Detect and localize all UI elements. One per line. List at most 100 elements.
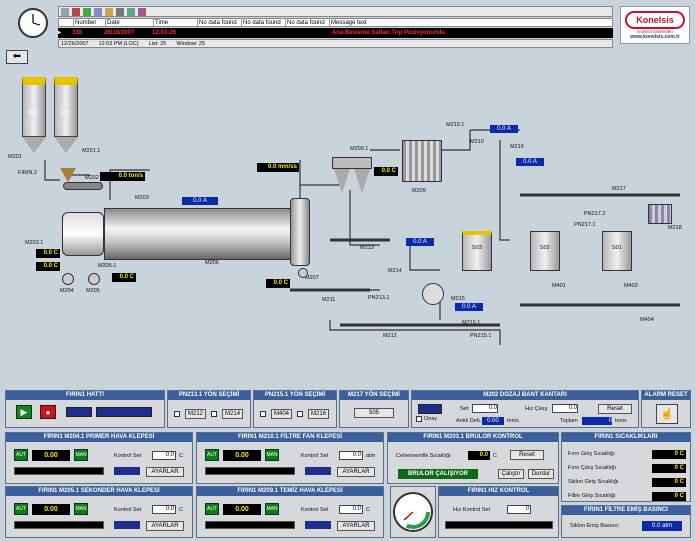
dozaj-reset-button[interactable]: Reset [598, 404, 632, 414]
dozaj-anlik-unit: ton/s [507, 418, 519, 424]
filtre-fan-panel: FIRIN1 M210.1 FİLTRE FAN KLEPESİ AUT 0.0… [196, 432, 384, 484]
start-button[interactable]: ▶ [16, 405, 32, 419]
alarm-reset-button[interactable]: ☝ [656, 404, 678, 424]
temp-row-value: 0 C [652, 449, 686, 459]
brulor-start-button[interactable]: Çalıştır [498, 469, 524, 479]
m209-label: M209 [412, 188, 426, 194]
m217-direction-button[interactable]: 505 [354, 408, 394, 418]
dozaj-set-input[interactable]: 0.0 [472, 404, 498, 413]
m401-label: M401 [552, 283, 566, 289]
pn215-option-b[interactable]: M216 [308, 409, 330, 419]
kiln-end-temp-display: 0.0 C [266, 279, 290, 288]
temiz-ayarlar-button[interactable]: AYARLAR [337, 521, 375, 531]
primer-panel: FIRIN1 M204.1 PRIMER HAVA KLEPESİ AUT 0.… [5, 432, 193, 484]
sicakliklar-title: FIRIN1 SICAKLIKLARI [562, 433, 690, 442]
temp-row: Siklon Giriş Sıcaklığı 0 C [568, 475, 686, 489]
filtre-fan-unit: atm [366, 453, 376, 459]
hiz-set-input[interactable]: 0 [507, 505, 531, 514]
kiln-body [104, 208, 296, 260]
primer-kontrol-label: Kontrol Set [114, 453, 142, 459]
temp-row: Fırın Giriş Sıcaklığı 0 C [568, 447, 686, 461]
emis-title: FIRIN1 FİLTRE EMİŞ BASINCI [562, 506, 690, 515]
silo-s01-label: S01 [612, 245, 622, 251]
pn215-option-a[interactable]: M404 [271, 409, 293, 419]
pn215-checkbox-b[interactable] [297, 411, 304, 417]
temp-row: Filtre Giriş Sıcaklığı 0 C [568, 489, 686, 503]
fan-m205[interactable] [88, 273, 100, 285]
emis-value-display: 0.0 atm [642, 521, 682, 531]
m214-current-display: 0.0 A [406, 238, 434, 246]
brulor-reset-button[interactable]: Reset [510, 450, 544, 460]
fan-m207[interactable] [298, 268, 308, 278]
pn213-checkbox-a[interactable] [174, 411, 180, 417]
kiln-inlet [62, 212, 104, 256]
brulor-panel: FIRIN1 M203.1 BRULOR KONTROL Cehennemlik… [387, 432, 559, 484]
pn213-panel: PN213.1 YÖN SEÇİMİ M212 M214 [167, 390, 251, 428]
sekonder-set-input[interactable]: 0.0 [152, 505, 176, 514]
temiz-progress-bar [205, 521, 295, 529]
primer-progress-bar [14, 467, 104, 475]
temiz-auto-button[interactable]: AUT [205, 503, 219, 515]
brulor-temp-display: 0.0 [468, 451, 490, 460]
filtre-fan-value-display: 0.00 [223, 450, 261, 461]
stop-button[interactable]: ● [40, 405, 56, 419]
fan-m204[interactable] [62, 273, 74, 285]
cyclone-cone-2 [354, 169, 370, 193]
sekonder-panel: FIRIN1 M205.1 SEKONDER HAVA KLEPESİ AUT … [5, 486, 193, 538]
temiz-set-input[interactable]: 0.0 [339, 505, 363, 514]
conveyor-m202 [63, 182, 103, 190]
brulor-stop-button[interactable]: Durdur [528, 469, 554, 479]
m404-label: M404 [640, 317, 654, 323]
filtre-fan-title: FIRIN1 M210.1 FİLTRE FAN KLEPESİ [197, 433, 383, 442]
sekonder-ayarlar-button[interactable]: AYARLAR [146, 521, 184, 531]
m217-panel: M217 YÖN SEÇİMİ 505 [339, 390, 409, 428]
temp-row-label: Fırın Giriş Sıcaklığı [568, 451, 615, 457]
dust-collector-m218 [648, 204, 672, 224]
pn215-checkbox-a[interactable] [260, 411, 266, 417]
temp-row: Fırın Çıkış Sıcaklığı 0 C [568, 461, 686, 475]
line-status-display [66, 407, 92, 417]
m210-1-label: M210.1 [446, 122, 465, 128]
inlet-temp-display: 0.0 C [36, 262, 60, 271]
m402-label: M402 [624, 283, 638, 289]
pn213-option-a[interactable]: M212 [185, 409, 207, 419]
filtre-fan-ayarlar-button[interactable]: AYARLAR [337, 467, 375, 477]
firin2-label: FIRIN.2 [18, 170, 37, 176]
temp-row-value: 0 C [652, 463, 686, 473]
firin-hatti-title: FIRIN1 HATTI [6, 391, 164, 400]
dozaj-toplam-unit: ton/s [615, 418, 627, 424]
temiz-panel: FIRIN1 M209.1 TEMİZ HAVA KLEPESİ AUT 0.0… [196, 486, 384, 538]
hiz-kontrol-label: Hız Kontrol Set [453, 507, 490, 513]
alarm-reset-panel: ALARM RESET ☝ [641, 390, 691, 428]
pn217-2-label: PN217.2 [584, 211, 606, 217]
m201-label: M201 [8, 154, 22, 160]
primer-auto-button[interactable]: AUT [14, 449, 28, 461]
pn213-checkbox-b[interactable] [211, 411, 218, 417]
pn215-1-label: PN215.1 [470, 333, 492, 339]
temiz-manual-button[interactable]: MAN [265, 503, 279, 515]
dozaj-anlik-display: 0.00 [482, 417, 504, 425]
m213-label: M213 [360, 245, 374, 251]
sekonder-progress-bar [14, 521, 104, 529]
dozaj-status-display [418, 404, 442, 414]
dozaj-title: M202 DOZAJ BANT KANTARI [412, 391, 638, 400]
sekonder-progress-display [114, 521, 140, 529]
silo-s01 [602, 231, 632, 271]
pn213-option-b[interactable]: M214 [222, 409, 244, 419]
silo-s02 [530, 231, 560, 271]
primer-value-display: 0.00 [32, 450, 70, 461]
primer-set-input[interactable]: 0.0 [152, 451, 176, 460]
sekonder-manual-button[interactable]: MAN [74, 503, 88, 515]
m217-label: M217 [612, 186, 626, 192]
m202-label: M202 [85, 175, 99, 181]
pn215-title: PN215.1 YÖN SEÇİMİ [254, 391, 336, 400]
line-status-display-2 [96, 407, 152, 417]
sekonder-value-display: 0.00 [32, 504, 70, 515]
sekonder-auto-button[interactable]: AUT [14, 503, 28, 515]
onay-checkbox[interactable] [416, 416, 422, 422]
filtre-fan-auto-button[interactable]: AUT [205, 449, 219, 461]
primer-manual-button[interactable]: MAN [74, 449, 88, 461]
filtre-fan-set-input[interactable]: 0.0 [339, 451, 363, 460]
filtre-fan-manual-button[interactable]: MAN [265, 449, 279, 461]
primer-ayarlar-button[interactable]: AYARLAR [146, 467, 184, 477]
